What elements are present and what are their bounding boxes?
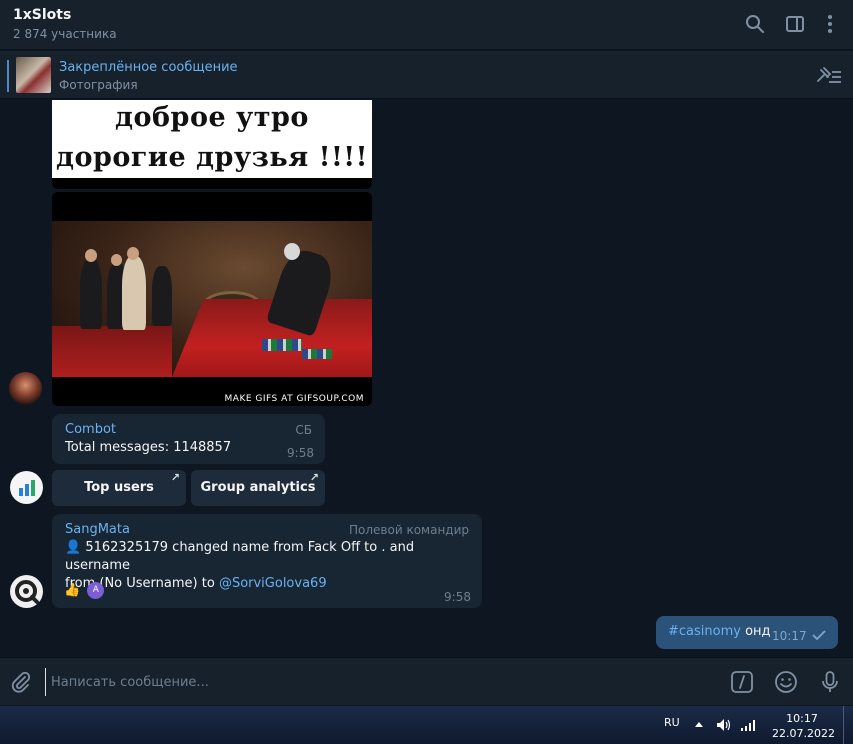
figure: [80, 259, 102, 329]
author-badge: Полевой командир: [349, 523, 469, 537]
tray-up-icon[interactable]: [694, 720, 704, 728]
user-silhouette-icon: 👤: [65, 540, 82, 555]
group-analytics-button[interactable]: Group analytics ↗: [191, 470, 325, 506]
message-text: 👤 5162325179 changed name from Fack Off …: [65, 539, 475, 593]
author-badge: СБ: [295, 423, 312, 437]
figure-head: [127, 247, 139, 260]
pinned-indicator: [7, 60, 9, 92]
combot-message[interactable]: Combot СБ Total messages: 1148857 9:58: [52, 414, 325, 464]
chip-stack: [302, 349, 332, 359]
show-desktop-button[interactable]: [843, 706, 853, 744]
casino-scene: [52, 221, 372, 377]
pinned-subtitle: Фотография: [59, 78, 138, 92]
username-mention[interactable]: @SorviGolova69: [219, 576, 327, 591]
message-composer: [0, 657, 853, 705]
os-taskbar: RU 10:17 22.07.2022: [0, 706, 853, 744]
chat-header[interactable]: 1xSlots 2 874 участника: [0, 0, 853, 50]
top-users-button[interactable]: Top users ↗: [52, 470, 186, 506]
bot-command-icon[interactable]: [730, 670, 754, 694]
more-vertical-icon[interactable]: [819, 13, 841, 35]
member-count: 2 874 участника: [13, 27, 117, 41]
greeting-line-1: доброе утро: [115, 102, 309, 133]
greeting-gif[interactable]: доброе утро дорогие друзья !!!!: [52, 100, 372, 189]
unpin-list-icon[interactable]: [815, 65, 843, 85]
greeting-gif-frame: доброе утро дорогие друзья !!!!: [52, 100, 372, 178]
message-list[interactable]: доброе утро дорогие друзья !!!! MAKE GIF…: [0, 100, 853, 657]
figure-head: [85, 249, 97, 262]
external-arrow-icon: ↗: [170, 471, 180, 484]
magnifier-logo-icon: [15, 580, 39, 604]
clock-time: 10:17: [786, 712, 818, 725]
external-arrow-icon: ↗: [309, 471, 319, 484]
group-analytics-label: Group analytics: [200, 480, 316, 495]
top-users-label: Top users: [84, 480, 154, 495]
bar-chart-icon: [19, 480, 35, 496]
sidebar-toggle-icon[interactable]: [784, 13, 806, 35]
attach-icon[interactable]: [9, 670, 33, 694]
message-text: #casinomy онд: [668, 623, 771, 641]
single-check-icon: [812, 630, 826, 641]
pinned-title: Закреплённое сообщение: [59, 60, 238, 75]
microphone-icon[interactable]: [818, 670, 842, 694]
table-edge: [52, 326, 172, 377]
figure-head: [284, 243, 300, 260]
message-time: 9:58: [444, 590, 471, 604]
hashtag-link[interactable]: #casinomy: [668, 624, 741, 639]
reactions[interactable]: 👍 A: [64, 580, 105, 600]
sender-avatar[interactable]: [9, 372, 42, 405]
casino-gif[interactable]: MAKE GIFS AT GIFSOUP.COM: [52, 192, 372, 406]
volume-icon[interactable]: [716, 718, 732, 732]
pinned-thumbnail: [16, 57, 51, 93]
greeting-line-2: дорогие друзья !!!!: [55, 142, 368, 173]
language-indicator[interactable]: RU: [664, 716, 680, 729]
reactor-avatar: A: [87, 582, 105, 599]
clock-date: 22.07.2022: [772, 727, 835, 740]
message-input[interactable]: [45, 668, 705, 696]
system-clock[interactable]: 10:17 22.07.2022: [772, 711, 835, 741]
message-line-1: 5162325179 changed name from Fack Off to…: [65, 540, 415, 573]
gif-watermark: MAKE GIFS AT GIFSOUP.COM: [224, 394, 364, 404]
emoji-icon[interactable]: [774, 670, 798, 694]
network-signal-icon[interactable]: [740, 719, 756, 731]
thumbs-up-icon[interactable]: 👍: [64, 583, 80, 598]
outgoing-text: онд: [740, 624, 771, 639]
message-author[interactable]: Combot: [65, 422, 116, 437]
message-time: 10:17: [772, 629, 807, 643]
combot-avatar[interactable]: [10, 471, 43, 504]
search-icon[interactable]: [744, 13, 766, 35]
sangmata-avatar[interactable]: [10, 575, 43, 608]
outgoing-message[interactable]: #casinomy онд 10:17: [656, 616, 838, 649]
message-author[interactable]: SangMata: [65, 522, 130, 537]
figure-head: [111, 254, 122, 266]
pinned-message-bar[interactable]: Закреплённое сообщение Фотография: [0, 51, 853, 99]
chip-stack: [262, 339, 302, 351]
message-text: Total messages: 1148857: [65, 440, 232, 455]
figure: [122, 256, 146, 330]
message-time: 9:58: [287, 446, 314, 460]
figure: [152, 266, 172, 326]
chat-title[interactable]: 1xSlots: [13, 7, 71, 23]
sangmata-message[interactable]: SangMata Полевой командир 👤 5162325179 c…: [52, 514, 482, 608]
